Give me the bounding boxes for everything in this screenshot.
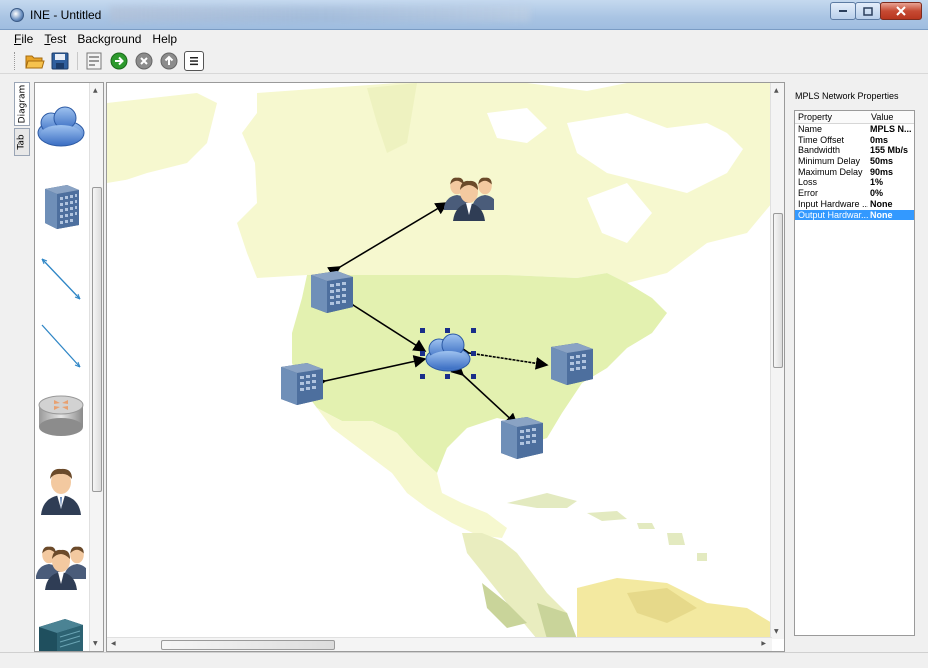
properties-icon bbox=[86, 52, 102, 69]
palette-user-group[interactable] bbox=[35, 538, 87, 590]
property-row[interactable]: Error 0% bbox=[795, 188, 914, 199]
node-building-ne[interactable] bbox=[547, 339, 597, 387]
palette-cloud[interactable] bbox=[35, 103, 87, 151]
user-icon bbox=[41, 468, 81, 515]
palette-scrollbar[interactable]: ▲ ▼ bbox=[89, 83, 103, 651]
column-header-property[interactable]: Property bbox=[795, 111, 868, 123]
toolbar bbox=[0, 48, 928, 74]
link-node-b[interactable] bbox=[312, 355, 427, 390]
link-node-a[interactable] bbox=[340, 293, 427, 352]
close-icon bbox=[896, 6, 906, 16]
link-icon bbox=[41, 258, 81, 300]
palette-link-2[interactable] bbox=[35, 321, 87, 371]
column-header-value[interactable]: Value bbox=[868, 111, 914, 123]
window-title: INE - Untitled bbox=[30, 8, 102, 22]
canvas-hscroll-thumb[interactable] bbox=[161, 640, 335, 650]
toolbar-separator bbox=[77, 51, 78, 70]
property-row-selected[interactable]: Output Hardwar... None bbox=[795, 209, 914, 221]
open-folder-icon bbox=[25, 55, 45, 68]
menu-test[interactable]: Test bbox=[44, 32, 66, 46]
link-icon bbox=[41, 324, 81, 368]
status-bar bbox=[0, 652, 928, 668]
property-row[interactable]: Minimum Delay 50ms bbox=[795, 156, 914, 167]
maximize-icon bbox=[863, 6, 873, 16]
palette-scroll-thumb[interactable] bbox=[92, 187, 102, 492]
property-row[interactable]: Name MPLS N... bbox=[795, 124, 914, 135]
canvas-horizontal-scrollbar[interactable]: ◀ ▶ bbox=[107, 637, 772, 651]
menu-background[interactable]: Background bbox=[77, 32, 141, 46]
stop-icon bbox=[135, 52, 153, 69]
node-mpls-cloud[interactable] bbox=[419, 327, 477, 381]
close-button[interactable] bbox=[880, 2, 922, 20]
property-row[interactable]: Loss 1% bbox=[795, 177, 914, 188]
stop-button[interactable] bbox=[134, 51, 154, 71]
property-row[interactable]: Maximum Delay 90ms bbox=[795, 167, 914, 178]
node-building-nw[interactable] bbox=[307, 267, 357, 315]
menu-bar: File Test Background Help bbox=[0, 30, 928, 48]
canvas-vscroll-thumb[interactable] bbox=[773, 213, 783, 368]
switch-icon bbox=[39, 619, 83, 651]
tab-tab[interactable]: Tab bbox=[14, 128, 30, 156]
palette-router[interactable] bbox=[35, 391, 87, 439]
link-node-c[interactable] bbox=[456, 344, 549, 370]
main-area: Diagram Tab ▲ ▼ ▲ ▼ ◀ ▶ MPLS Network Pro… bbox=[0, 74, 928, 668]
property-row[interactable]: Input Hardware ... None bbox=[795, 199, 914, 210]
properties-title: MPLS Network Properties bbox=[795, 91, 899, 101]
title-bar: INE - Untitled bbox=[0, 0, 928, 30]
property-row[interactable]: Time Offset 0ms bbox=[795, 135, 914, 146]
list-icon bbox=[190, 56, 198, 65]
palette-link-1[interactable] bbox=[35, 255, 87, 303]
maximize-button[interactable] bbox=[855, 2, 881, 20]
run-button[interactable] bbox=[109, 51, 129, 71]
properties-grid: Property Value Name MPLS N... Time Offset… bbox=[794, 110, 915, 636]
building-icon bbox=[45, 185, 79, 229]
menu-file[interactable]: File bbox=[14, 32, 33, 46]
user-group-icon bbox=[36, 546, 86, 590]
minimize-icon bbox=[839, 10, 847, 12]
save-icon bbox=[51, 52, 69, 69]
router-icon bbox=[38, 395, 84, 436]
tab-diagram[interactable]: Diagram bbox=[14, 82, 30, 126]
node-building-sw[interactable] bbox=[277, 359, 327, 407]
properties-button[interactable] bbox=[84, 51, 104, 71]
palette-user[interactable] bbox=[35, 465, 87, 517]
upload-button[interactable] bbox=[159, 51, 179, 71]
app-icon bbox=[10, 8, 24, 22]
canvas-vertical-scrollbar[interactable]: ▲ ▼ bbox=[770, 83, 784, 639]
list-button[interactable] bbox=[184, 50, 204, 71]
upload-icon bbox=[160, 52, 178, 69]
menu-help[interactable]: Help bbox=[152, 32, 177, 46]
open-button[interactable] bbox=[25, 51, 45, 71]
palette-building[interactable] bbox=[35, 181, 87, 229]
run-icon bbox=[110, 52, 128, 69]
minimize-button[interactable] bbox=[830, 2, 856, 20]
node-building-se[interactable] bbox=[497, 413, 547, 461]
property-row[interactable]: Bandwidth 155 Mb/s bbox=[795, 145, 914, 156]
blurred-taskbar-area bbox=[110, 6, 530, 22]
palette-switch[interactable] bbox=[35, 613, 87, 651]
link-cloud-group[interactable] bbox=[327, 202, 449, 279]
save-button[interactable] bbox=[50, 51, 70, 71]
node-user-group[interactable] bbox=[444, 169, 494, 221]
cloud-icon bbox=[37, 106, 85, 147]
shape-palette: ▲ ▼ bbox=[34, 82, 104, 652]
toolbar-grip[interactable] bbox=[14, 51, 17, 70]
diagram-canvas[interactable]: ▲ ▼ ◀ ▶ bbox=[106, 82, 785, 652]
